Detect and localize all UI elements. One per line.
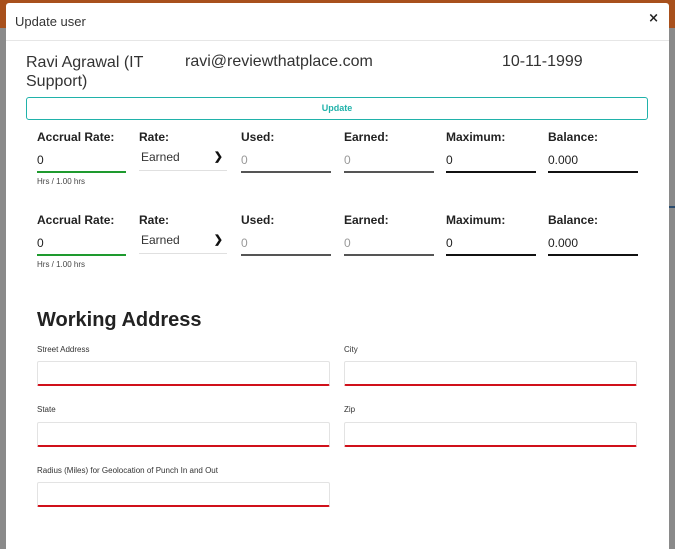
balance-label: Balance: [548, 130, 599, 144]
maximum-input[interactable]: 0 [446, 147, 536, 173]
maximum-input[interactable]: 0 [446, 230, 536, 256]
accrual-rate-input[interactable]: 0 [37, 147, 126, 173]
working-address-title: Working Address [37, 309, 202, 331]
radius-label: Radius (Miles) for Geolocation of Punch … [37, 466, 218, 475]
user-summary-row: Ravi Agrawal (IT Support) ravi@reviewtha… [26, 53, 656, 93]
zip-label: Zip [344, 405, 356, 414]
radius-input[interactable] [37, 482, 330, 507]
accrual-rate-column: Accrual Rate: [37, 130, 114, 144]
modal-header: Update user × [6, 3, 669, 41]
maximum-label: Maximum: [446, 130, 506, 144]
earned-column: Earned: [344, 213, 389, 227]
maximum-label: Maximum: [446, 213, 506, 227]
background-accent-line [669, 206, 675, 208]
state-label: State [37, 405, 56, 414]
maximum-column: Maximum: [446, 213, 505, 227]
maximum-column: Maximum: [446, 130, 505, 144]
accrual-rate-label: Accrual Rate: [37, 213, 115, 227]
balance-label: Balance: [548, 213, 599, 227]
user-date: 10-11-1999 [502, 53, 583, 70]
chevron-down-icon: ❯ [213, 151, 223, 163]
zip-input[interactable] [344, 422, 637, 447]
user-email: ravi@reviewthatplace.com [185, 53, 373, 70]
user-name: Ravi Agrawal (IT Support) [26, 54, 144, 90]
update-button[interactable]: Update [26, 97, 648, 120]
earned-input[interactable]: 0 [344, 230, 434, 256]
accrual-rate-input[interactable]: 0 [37, 230, 126, 256]
rate-select[interactable]: Earned ❯ [139, 230, 227, 254]
balance-column: Balance: [548, 213, 598, 227]
used-column: Used: [241, 213, 274, 227]
background-right-strip [669, 28, 675, 549]
street-address-input[interactable] [37, 361, 330, 386]
earned-column: Earned: [344, 130, 389, 144]
city-label: City [344, 345, 358, 354]
rate-select[interactable]: Earned ❯ [139, 147, 227, 171]
street-address-label: Street Address [37, 345, 90, 354]
modal-title: Update user [15, 14, 86, 29]
used-input[interactable]: 0 [241, 147, 331, 173]
close-icon[interactable]: × [648, 11, 659, 26]
used-label: Used: [241, 213, 275, 227]
used-column: Used: [241, 130, 274, 144]
balance-input[interactable]: 0.000 [548, 230, 638, 256]
balance-input[interactable]: 0.000 [548, 147, 638, 173]
balance-column: Balance: [548, 130, 598, 144]
rate-select-value: Earned [141, 150, 180, 164]
rate-select-value: Earned [141, 233, 180, 247]
rate-label: Rate: [139, 130, 170, 144]
earned-label: Earned: [344, 130, 389, 144]
rate-column: Rate: [139, 213, 169, 227]
used-input[interactable]: 0 [241, 230, 331, 256]
accrual-rate-column: Accrual Rate: [37, 213, 114, 227]
city-input[interactable] [344, 361, 637, 386]
earned-input[interactable]: 0 [344, 147, 434, 173]
chevron-down-icon: ❯ [213, 234, 223, 246]
used-label: Used: [241, 130, 275, 144]
rate-label: Rate: [139, 213, 170, 227]
update-user-modal: Update user × Ravi Agrawal (IT Support) … [6, 3, 669, 549]
accrual-rate-hint: Hrs / 1.00 hrs [37, 177, 86, 186]
rate-column: Rate: [139, 130, 169, 144]
accrual-row: Accrual Rate: 0 Hrs / 1.00 hrs Rate: Ear… [37, 213, 638, 273]
accrual-rate-hint: Hrs / 1.00 hrs [37, 260, 86, 269]
accrual-row: Accrual Rate: 0 Hrs / 1.00 hrs Rate: Ear… [37, 130, 638, 190]
earned-label: Earned: [344, 213, 389, 227]
accrual-rate-label: Accrual Rate: [37, 130, 115, 144]
state-input[interactable] [37, 422, 330, 447]
